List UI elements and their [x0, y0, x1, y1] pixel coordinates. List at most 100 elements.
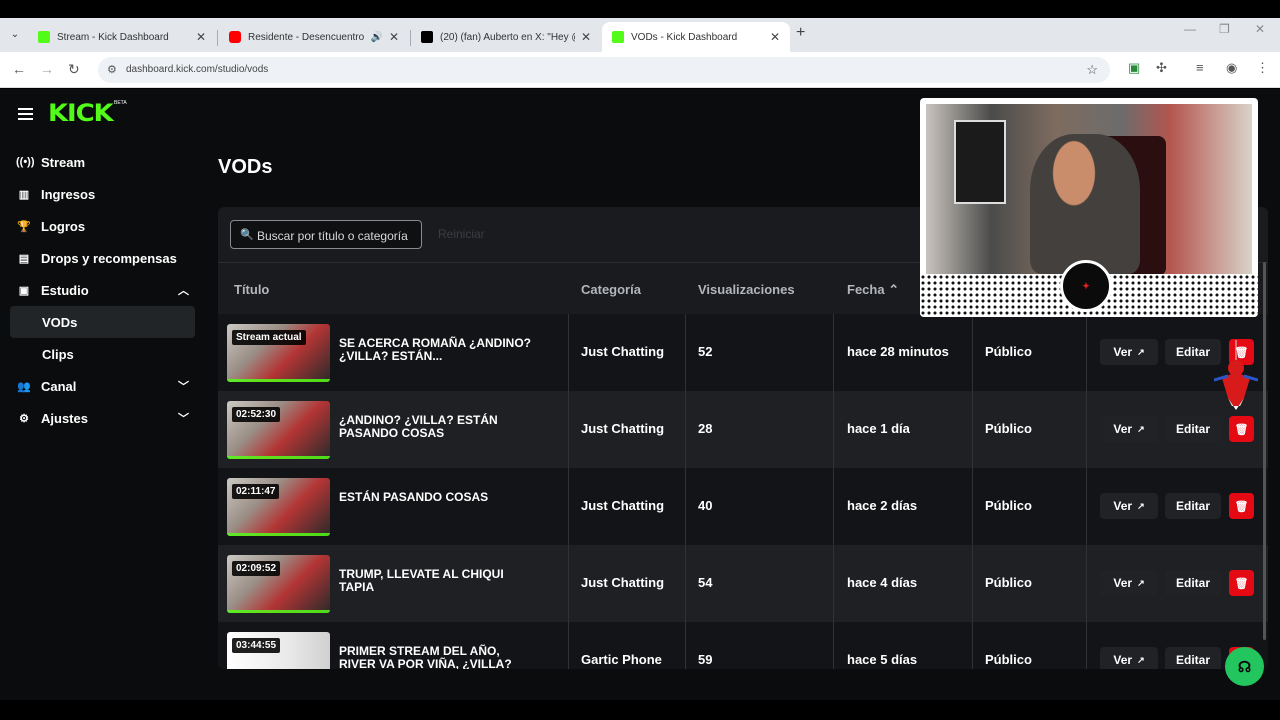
vod-title[interactable]: ¿ANDINO? ¿VILLA? ESTÁN PASANDO COSAS	[339, 414, 539, 440]
vod-thumbnail[interactable]: 02:11:47	[227, 478, 330, 536]
search-input[interactable]: 🔍 Buscar por título o categoría	[230, 220, 422, 249]
sidebar-item-canal[interactable]: 👥 Canal ﹀	[10, 370, 195, 402]
video-icon: ▣	[18, 284, 30, 297]
edit-button[interactable]: Editar	[1165, 416, 1221, 442]
vod-thumbnail[interactable]: Stream actual	[227, 324, 330, 382]
column-divider	[972, 314, 973, 391]
vod-thumbnail[interactable]: 02:09:52	[227, 555, 330, 613]
sidebar-item-label: Ajustes	[41, 410, 88, 426]
hamburger-menu-icon[interactable]	[18, 108, 33, 123]
column-divider	[568, 314, 569, 391]
column-header-date[interactable]: Fecha ⌃	[847, 282, 899, 298]
sidebar-item-estudio[interactable]: ▣ Estudio ︿	[10, 274, 195, 306]
close-tab-icon[interactable]: ✕	[389, 30, 399, 44]
browser-tab-stream-dashboard[interactable]: Stream - Kick Dashboard ✕	[28, 22, 216, 52]
vod-thumbnail[interactable]: 02:52:30	[227, 401, 330, 459]
vod-date: hace 2 días	[847, 498, 918, 513]
view-button[interactable]: Ver ↗	[1100, 647, 1158, 669]
spiderman-hanging-icon	[1214, 340, 1258, 410]
vod-visibility: Público	[985, 344, 1032, 359]
vod-thumbnail[interactable]: 03:44:55	[227, 632, 330, 669]
extensions-puzzle-icon[interactable]: ✣	[1156, 60, 1167, 76]
minimize-icon[interactable]: —	[1184, 22, 1196, 36]
search-placeholder: Buscar por título o categoría	[257, 229, 408, 243]
vod-title[interactable]: ESTÁN PASANDO COSAS	[339, 491, 539, 504]
close-tab-icon[interactable]: ✕	[770, 30, 780, 44]
tab-search-chevron-icon[interactable]: ⌄	[6, 26, 24, 44]
column-header-views[interactable]: Visualizaciones	[698, 282, 795, 297]
sidebar-item-ajustes[interactable]: ⚙ Ajustes ﹀	[10, 402, 195, 434]
maximize-icon[interactable]: ❐	[1219, 22, 1230, 36]
sidebar-item-ingresos[interactable]: ▥ Ingresos	[10, 178, 195, 210]
sidebar-item-clips[interactable]: Clips	[10, 338, 195, 370]
screen-bottom-bar	[0, 700, 1280, 720]
view-button[interactable]: Ver ↗	[1100, 339, 1158, 365]
speaker-icon[interactable]: 🔊	[370, 32, 382, 43]
column-divider	[568, 391, 569, 468]
back-arrow-icon[interactable]: ←	[12, 61, 26, 77]
thumbnail-progress-bar	[227, 533, 330, 536]
browser-tab-vods-dashboard[interactable]: VODs - Kick Dashboard ✕	[602, 22, 790, 52]
table-row: Stream actual SE ACERCA ROMAÑA ¿ANDINO? …	[218, 314, 1268, 391]
support-chat-button[interactable]: ☊	[1225, 647, 1264, 686]
url-text: dashboard.kick.com/studio/vods	[126, 64, 269, 75]
delete-button[interactable]: 🗑	[1229, 570, 1254, 596]
column-header-date-label: Fecha	[847, 282, 885, 297]
sidebar-item-label: Drops y recompensas	[41, 250, 177, 266]
column-divider	[568, 468, 569, 545]
streamer-emblem-icon: ✦	[1060, 260, 1112, 312]
edit-button[interactable]: Editar	[1165, 493, 1221, 519]
trash-icon: 🗑	[1234, 423, 1249, 436]
sidebar-item-drops[interactable]: ▤ Drops y recompensas	[10, 242, 195, 274]
edit-button[interactable]: Editar	[1165, 570, 1221, 596]
bookmark-star-icon[interactable]: ☆	[1086, 62, 1098, 78]
browser-tab-x-post[interactable]: (20) (fan) Auberto en X: "Hey @ ✕	[411, 22, 601, 52]
table-row: 02:09:52 TRUMP, LLEVATE AL CHIQUI TAPIA …	[218, 545, 1268, 622]
live-icon: ((•))	[16, 156, 35, 168]
kick-favicon-icon	[612, 31, 624, 43]
vod-title[interactable]: PRIMER STREAM DEL AÑO, RIVER VA POR VIÑA…	[339, 645, 539, 670]
vod-title[interactable]: TRUMP, LLEVATE AL CHIQUI TAPIA	[339, 568, 539, 594]
view-button-label: Ver	[1113, 499, 1133, 513]
reset-button[interactable]: Reiniciar	[438, 227, 485, 241]
browser-address-bar: ← → ↻ ⚙ dashboard.kick.com/studio/vods ☆…	[0, 52, 1280, 88]
table-scrollbar[interactable]	[1263, 262, 1266, 640]
browser-menu-icon[interactable]: ⋮	[1256, 60, 1269, 76]
tab-title: Stream - Kick Dashboard	[57, 31, 169, 43]
site-info-icon[interactable]: ⚙	[107, 63, 117, 76]
delete-button[interactable]: 🗑	[1229, 416, 1254, 442]
sidebar-item-stream[interactable]: ((•)) Stream	[10, 146, 195, 178]
column-divider	[833, 622, 834, 669]
url-input[interactable]: ⚙ dashboard.kick.com/studio/vods ☆	[98, 57, 1110, 83]
view-button[interactable]: Ver ↗	[1100, 493, 1158, 519]
reload-icon[interactable]: ↻	[68, 61, 80, 78]
close-tab-icon[interactable]: ✕	[196, 30, 206, 44]
forward-arrow-icon[interactable]: →	[40, 61, 54, 77]
column-header-title[interactable]: Título	[234, 282, 269, 297]
sidebar-item-logros[interactable]: 🏆 Logros	[10, 210, 195, 242]
profile-avatar-icon[interactable]: ◉	[1226, 60, 1237, 76]
column-divider	[1086, 391, 1087, 468]
media-controls-icon[interactable]: ≡	[1196, 60, 1204, 75]
kick-logo[interactable]: KICK	[48, 99, 114, 127]
extension-badge-icon[interactable]: ▣	[1128, 60, 1140, 76]
edit-button[interactable]: Editar	[1165, 647, 1221, 669]
column-divider	[833, 391, 834, 468]
view-button[interactable]: Ver ↗	[1100, 570, 1158, 596]
close-tab-icon[interactable]: ✕	[581, 30, 591, 44]
view-button[interactable]: Ver ↗	[1100, 416, 1158, 442]
external-link-icon: ↗	[1137, 577, 1145, 588]
sidebar-item-vods[interactable]: VODs	[10, 306, 195, 338]
vod-visibility: Público	[985, 575, 1032, 590]
people-icon: 👥	[17, 380, 31, 393]
vod-title[interactable]: SE ACERCA ROMAÑA ¿ANDINO? ¿VILLA? ESTÁN.…	[339, 337, 539, 363]
column-divider	[1086, 468, 1087, 545]
new-tab-icon[interactable]: +	[796, 24, 805, 42]
edit-button[interactable]: Editar	[1165, 339, 1221, 365]
vod-duration-badge: 03:44:55	[232, 638, 281, 653]
column-header-category[interactable]: Categoría	[581, 282, 641, 297]
delete-button[interactable]: 🗑	[1229, 493, 1254, 519]
webcam-feed	[926, 104, 1252, 276]
window-close-icon[interactable]: ✕	[1255, 22, 1265, 36]
browser-tab-residente[interactable]: Residente - Desencuentro ( 🔊 ✕	[219, 22, 409, 52]
